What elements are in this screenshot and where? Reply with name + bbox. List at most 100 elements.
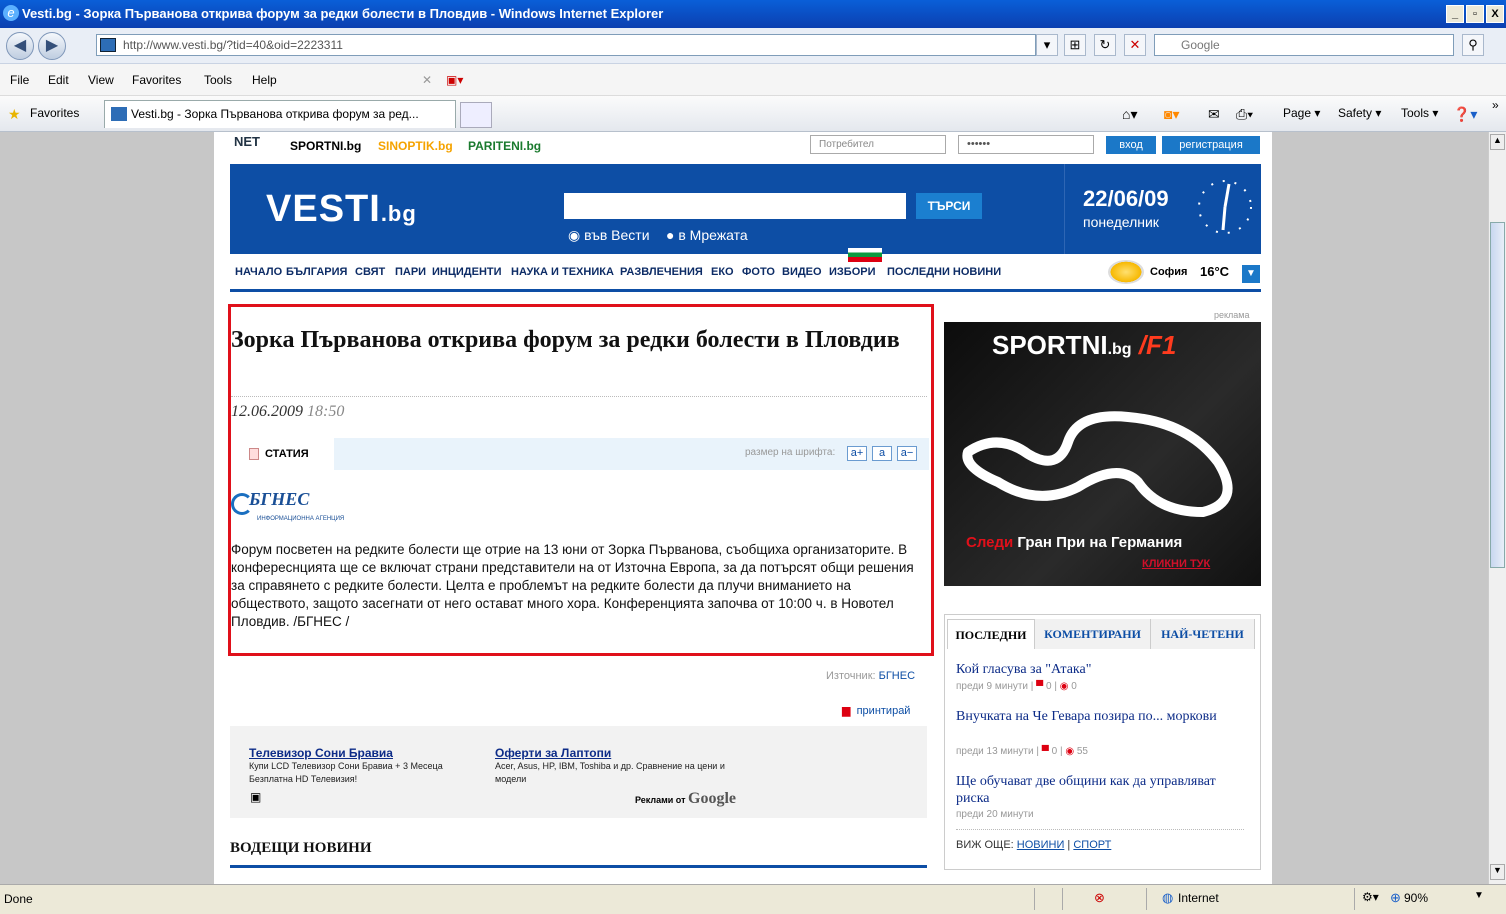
nav-entertainment[interactable]: РАЗВЛЕЧЕНИЯ [620, 266, 703, 278]
zoom-icon[interactable]: ⊕ [1390, 890, 1401, 906]
tab-commented[interactable]: КОМЕНТИРАНИ [1035, 619, 1151, 649]
help-icon[interactable]: ❓▾ [1453, 106, 1477, 123]
privacy-icon[interactable]: ⊗ [1094, 890, 1105, 906]
nav-science[interactable]: НАУКА И ТЕХНИКА [511, 266, 614, 278]
menu-edit[interactable]: Edit [48, 73, 69, 87]
ad-choices-icon[interactable]: ▣ [250, 790, 261, 804]
nav-eco[interactable]: ЕКО [711, 266, 734, 278]
sportni-link[interactable]: SPORTNI.bg [290, 139, 361, 153]
nav-home[interactable]: НАЧАЛО [235, 266, 282, 278]
f1-banner[interactable]: SPORTNI.bg /F1 Следи Гран При на Германи… [944, 322, 1261, 586]
site-search-input[interactable] [564, 193, 906, 219]
close-button[interactable]: X [1486, 5, 1504, 23]
minimize-button[interactable]: _ [1446, 5, 1464, 23]
tab-latest[interactable]: ПОСЛЕДНИ [947, 619, 1035, 649]
radio-vesti-label: във Вести [584, 227, 650, 243]
print-icon[interactable]: ⎙▾ [1236, 106, 1253, 123]
menu-favorites[interactable]: Favorites [132, 73, 181, 87]
forward-button[interactable]: ▶ [38, 32, 66, 60]
site-search-button[interactable]: ТЪРСИ [916, 193, 982, 219]
protected-mode-icon[interactable]: ⚙▾ [1362, 890, 1379, 904]
security-zone[interactable]: Internet [1178, 891, 1219, 905]
radio-web[interactable]: ● в Мрежата [666, 227, 748, 243]
nav-latest[interactable]: ПОСЛЕДНИ НОВИНИ [887, 266, 1001, 278]
font-increase-button[interactable]: а+ [847, 446, 867, 461]
ad-item[interactable]: Телевизор Сони Бравиа Купи LCD Телевизор… [249, 746, 485, 786]
safety-menu[interactable]: Safety ▾ [1338, 106, 1381, 120]
rss-icon[interactable]: ◙▾ [1164, 106, 1179, 123]
new-tab-button[interactable] [460, 102, 492, 128]
url-text: http://www.vesti.bg/?tid=40&oid=2223311 [123, 38, 343, 52]
google-ads: Телевизор Сони Бравиа Купи LCD Телевизор… [230, 726, 927, 818]
vertical-scrollbar[interactable]: ▲ ▼ [1488, 132, 1506, 884]
more-news-link[interactable]: НОВИНИ [1017, 839, 1065, 851]
netinfo-logo[interactable]: NET [234, 134, 260, 149]
comment-icon: ▀ [1041, 746, 1049, 757]
news-item-title[interactable]: Внучката на Че Гевара позира по... морко… [956, 708, 1248, 725]
ad-text: Купи LCD Телевизор Сони Бравиа + 3 Месец… [249, 761, 443, 784]
sinoptik-link[interactable]: SINOPTIK.bg [378, 139, 453, 153]
username-input[interactable]: Потребител [810, 135, 946, 154]
pariteni-link[interactable]: PARITENI.bg [468, 139, 541, 153]
font-reset-button[interactable]: а [872, 446, 892, 461]
nav-bulgaria[interactable]: БЪЛГАРИЯ [286, 266, 347, 278]
search-icon[interactable]: ⚲ [1462, 34, 1484, 56]
weather-dropdown-icon[interactable]: ▼ [1242, 265, 1260, 283]
menu-tools[interactable]: Tools [204, 73, 232, 87]
source-link[interactable]: БГНЕС [879, 670, 915, 682]
compat-view-icon[interactable]: ⊞ [1064, 34, 1086, 56]
weather-city: София [1150, 266, 1188, 278]
font-decrease-button[interactable]: а− [897, 446, 917, 461]
password-input[interactable]: •••••• [958, 135, 1094, 154]
menu-help[interactable]: Help [252, 73, 277, 87]
chevron-icon[interactable]: » [1492, 98, 1499, 112]
nav-incidents[interactable]: ИНЦИДЕНТИ [432, 266, 502, 278]
news-item-title[interactable]: Ще обучават две общини как да управляват… [956, 773, 1248, 807]
ads-by-google[interactable]: Реклами от Google [635, 790, 736, 808]
menu-view[interactable]: View [88, 73, 114, 87]
url-input[interactable]: http://www.vesti.bg/?tid=40&oid=2223311 [96, 34, 1036, 56]
pdf-icon[interactable]: ▣▾ [446, 73, 463, 87]
radio-vesti[interactable]: ◉ във Вести [568, 227, 650, 244]
tab-most-read[interactable]: НАЙ-ЧЕТЕНИ [1151, 619, 1255, 649]
zoom-level[interactable]: 90% [1404, 891, 1428, 905]
nav-money[interactable]: ПАРИ [395, 266, 426, 278]
browser-tab[interactable]: Vesti.bg - Зорка Първанова открива форум… [104, 100, 456, 128]
ad-text: Acer, Asus, HP, IBM, Toshiba и др. Сравн… [495, 761, 725, 784]
menu-file[interactable]: File [10, 73, 29, 87]
tools-menu[interactable]: Tools ▾ [1401, 106, 1438, 120]
tab-article[interactable]: СТАТИЯ [231, 438, 334, 470]
banner-click-link[interactable]: КЛИКНИ ТУК [1142, 558, 1210, 570]
favorites-button[interactable]: Favorites [30, 106, 79, 120]
back-button[interactable]: ◀ [6, 32, 34, 60]
stop-icon[interactable]: ✕ [1124, 34, 1146, 56]
ad-title[interactable]: Оферти за Лаптопи [495, 746, 745, 760]
register-button[interactable]: регистрация [1162, 136, 1260, 154]
login-button[interactable]: вход [1106, 136, 1156, 154]
ad-item[interactable]: Оферти за Лаптопи Acer, Asus, HP, IBM, T… [495, 746, 745, 786]
scroll-up-icon[interactable]: ▲ [1490, 134, 1505, 150]
scroll-down-icon[interactable]: ▼ [1490, 864, 1505, 880]
nav-video[interactable]: ВИДЕО [782, 266, 822, 278]
address-dropdown-icon[interactable]: ▾ [1036, 34, 1058, 56]
news-item-title[interactable]: Кой гласува за "Атака" [956, 661, 1248, 678]
home-icon[interactable]: ⌂▾ [1122, 106, 1137, 123]
mail-icon[interactable]: ✉ [1208, 106, 1220, 123]
vesti-logo[interactable]: VESTI.bg [266, 188, 417, 231]
search-input[interactable]: Google [1154, 34, 1454, 56]
nav-photo[interactable]: ФОТО [742, 266, 775, 278]
nav-world[interactable]: СВЯТ [355, 266, 385, 278]
ad-title[interactable]: Телевизор Сони Бравиа [249, 746, 485, 760]
print-link[interactable]: ▆ принтирай [842, 704, 910, 717]
race-track-icon [962, 411, 1233, 517]
tab-title: Vesti.bg - Зорка Първанова открива форум… [131, 107, 419, 121]
maximize-button[interactable]: ▫ [1466, 5, 1484, 23]
scroll-thumb[interactable] [1490, 222, 1505, 568]
page-menu[interactable]: Page ▾ [1283, 106, 1320, 120]
more-sport-link[interactable]: СПОРТ [1073, 839, 1111, 851]
refresh-icon[interactable]: ↻ [1094, 34, 1116, 56]
close-toolbar-icon[interactable]: ✕ [422, 73, 432, 87]
news-meta-time: преди 9 минути | [956, 681, 1034, 692]
zoom-dropdown-icon[interactable]: ▼ [1474, 890, 1484, 901]
nav-elections[interactable]: ИЗБОРИ [829, 266, 876, 278]
